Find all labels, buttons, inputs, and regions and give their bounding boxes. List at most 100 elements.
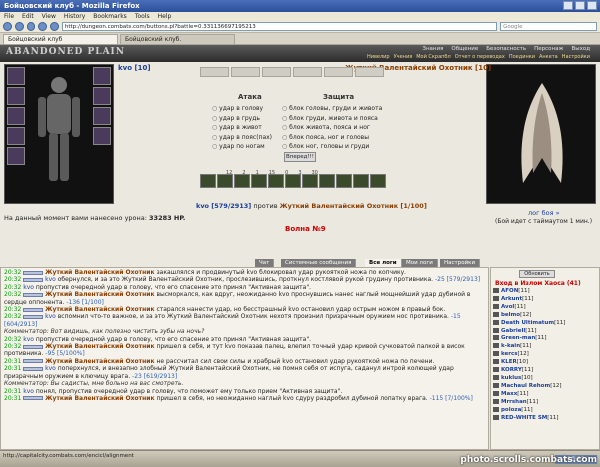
helmet-slot[interactable]	[7, 67, 25, 85]
effects-bar	[200, 67, 384, 77]
ability-4[interactable]	[251, 174, 267, 188]
roster-list: AFON[11] Arkunt[11] Avol[11] belmo[12] D…	[493, 288, 565, 422]
list-item[interactable]: kercs[12]	[493, 351, 565, 359]
nav-character[interactable]: Персонаж	[534, 46, 563, 52]
attack-legs[interactable]: удар по ногам	[212, 142, 272, 152]
list-item[interactable]: AFON[11]	[493, 288, 565, 296]
refresh-button[interactable]: Обновить	[519, 270, 555, 278]
defense-header: Защита	[323, 93, 355, 101]
home-icon[interactable]	[50, 22, 59, 31]
ability-8[interactable]	[319, 174, 335, 188]
ability-5[interactable]	[268, 174, 284, 188]
combat-panel: Атака Защита удар в голову удар в грудь …	[200, 84, 390, 162]
menu-history[interactable]: History	[64, 13, 85, 20]
menu-edit[interactable]: Edit	[22, 13, 34, 20]
ability-1[interactable]	[200, 174, 216, 188]
ability-7[interactable]	[302, 174, 318, 188]
tab-my-logs[interactable]: Мои логи	[402, 259, 438, 267]
tab-system[interactable]: Системные сообщения	[281, 259, 357, 267]
list-item[interactable]: Avol[11]	[493, 303, 565, 312]
subnav-1[interactable]: Учения	[394, 54, 413, 60]
log-line: 20:31 Жуткий Валентайский Охотник пришел…	[4, 394, 473, 402]
damage-summary: На данный момент вами нанесено урона: 33…	[4, 214, 186, 222]
subnav-4[interactable]: Поединки	[509, 54, 535, 60]
status-url: http://capitalcity.combats.com/encicl/al…	[3, 453, 134, 459]
vs-word: против	[253, 202, 278, 210]
vs-opponent[interactable]: Жуткий Валентайский Охотник [1/100]	[280, 202, 427, 210]
stop-icon[interactable]	[38, 22, 48, 31]
ability-6[interactable]	[285, 174, 301, 188]
list-item[interactable]: belmo[12]	[493, 311, 565, 320]
list-item[interactable]: KORRY[11]	[493, 367, 565, 375]
player-name[interactable]: kvo [10]	[118, 64, 151, 72]
defense-2[interactable]: блок живота, пояса и ног	[282, 123, 382, 133]
list-item[interactable]: Machaul Rehom[12]	[493, 382, 565, 391]
nav-chat[interactable]: Общение	[451, 46, 478, 52]
weapon-slot[interactable]	[7, 107, 25, 125]
menu-bookmarks[interactable]: Bookmarks	[93, 13, 127, 20]
log-line: 20:31 Жуткий Валентайский Охотник не рас…	[4, 357, 435, 365]
list-item[interactable]: Mrrshan[11]	[493, 398, 565, 407]
menu-help[interactable]: Help	[158, 13, 172, 20]
list-item[interactable]: Gabriell[11]	[493, 327, 565, 336]
go-button[interactable]: Вперед!!!	[284, 152, 316, 162]
nav-security[interactable]: Безопасность	[486, 46, 526, 52]
attack-head[interactable]: удар в голову	[212, 104, 272, 114]
subnav-0[interactable]: Нивелир	[367, 54, 390, 60]
menu-tools[interactable]: Tools	[135, 13, 150, 20]
subnav-5[interactable]: Анкета	[539, 54, 558, 60]
gloves-slot[interactable]	[7, 147, 25, 165]
back-icon[interactable]	[3, 22, 12, 31]
ability-11[interactable]	[370, 174, 386, 188]
log-line: Комментатор: Вот видишь, как полезно чис…	[4, 328, 205, 336]
amulet-slot[interactable]	[93, 87, 111, 105]
list-item[interactable]: Arkunt[11]	[493, 295, 565, 304]
minimize-button[interactable]	[563, 1, 573, 10]
list-item[interactable]: Green-man[11]	[493, 335, 565, 343]
close-window-button[interactable]	[587, 1, 597, 10]
tab-1[interactable]: Бойцовский клуб.	[120, 34, 235, 44]
reload-icon[interactable]	[26, 22, 36, 31]
ability-9[interactable]	[336, 174, 352, 188]
vs-player[interactable]: kvo [579/2913]	[196, 202, 251, 210]
subnav-2[interactable]: Мой Скрапбл	[416, 54, 451, 60]
battle-log-link[interactable]: лог боя »	[528, 209, 560, 217]
tab-chat[interactable]: Чат	[255, 259, 275, 267]
armor-slot[interactable]	[7, 87, 25, 105]
ring-slot[interactable]	[93, 67, 111, 85]
list-item[interactable]: Maxx[11]	[493, 390, 565, 399]
belt-slot[interactable]	[7, 127, 25, 145]
maximize-button[interactable]	[575, 1, 585, 10]
list-item[interactable]: KLER[10]	[493, 359, 565, 367]
list-item[interactable]: poloza[11]	[493, 406, 565, 415]
attack-waist[interactable]: удар в пояс(пах)	[212, 133, 272, 143]
tab-all-logs[interactable]: Все логи	[365, 259, 402, 267]
shield-slot[interactable]	[93, 107, 111, 125]
attack-belly[interactable]: удар в живот	[212, 123, 272, 133]
tab-settings[interactable]: Настройки	[440, 259, 481, 267]
menu-file[interactable]: File	[4, 13, 14, 20]
attack-chest[interactable]: удар в грудь	[212, 114, 272, 124]
list-item[interactable]: k-kain[11]	[493, 343, 565, 351]
subnav-3[interactable]: Отчет о переводах	[455, 54, 505, 60]
defense-0[interactable]: блок головы, груди и живота	[282, 104, 382, 114]
defense-4[interactable]: блок ног, головы и груди	[282, 142, 382, 152]
boots-slot[interactable]	[93, 127, 111, 145]
nav-exit[interactable]: Выход	[571, 46, 590, 52]
subnav-6[interactable]: Настройки	[562, 54, 590, 60]
tab-0[interactable]: Бойцовский клуб	[3, 34, 118, 44]
list-item[interactable]: kuklus[10]	[493, 374, 565, 383]
ability-3[interactable]	[234, 174, 250, 188]
nav-knowledge[interactable]: Знания	[422, 46, 443, 52]
list-item[interactable]: RED-WHITE SM[11]	[493, 414, 565, 423]
forward-icon[interactable]	[14, 22, 24, 31]
ability-2[interactable]	[217, 174, 233, 188]
defense-3[interactable]: блок пояса, ног и головы	[282, 133, 382, 143]
defense-1[interactable]: блок груди, живота и пояса	[282, 114, 382, 124]
window-controls	[563, 1, 597, 10]
menu-view[interactable]: View	[42, 13, 56, 20]
url-bar[interactable]: http://dungeon.combats.com/buttons.pl?ba…	[61, 22, 498, 31]
ability-10[interactable]	[353, 174, 369, 188]
list-item[interactable]: Death Ultimatum[11]	[493, 319, 565, 328]
search-input[interactable]: Google	[500, 22, 597, 31]
